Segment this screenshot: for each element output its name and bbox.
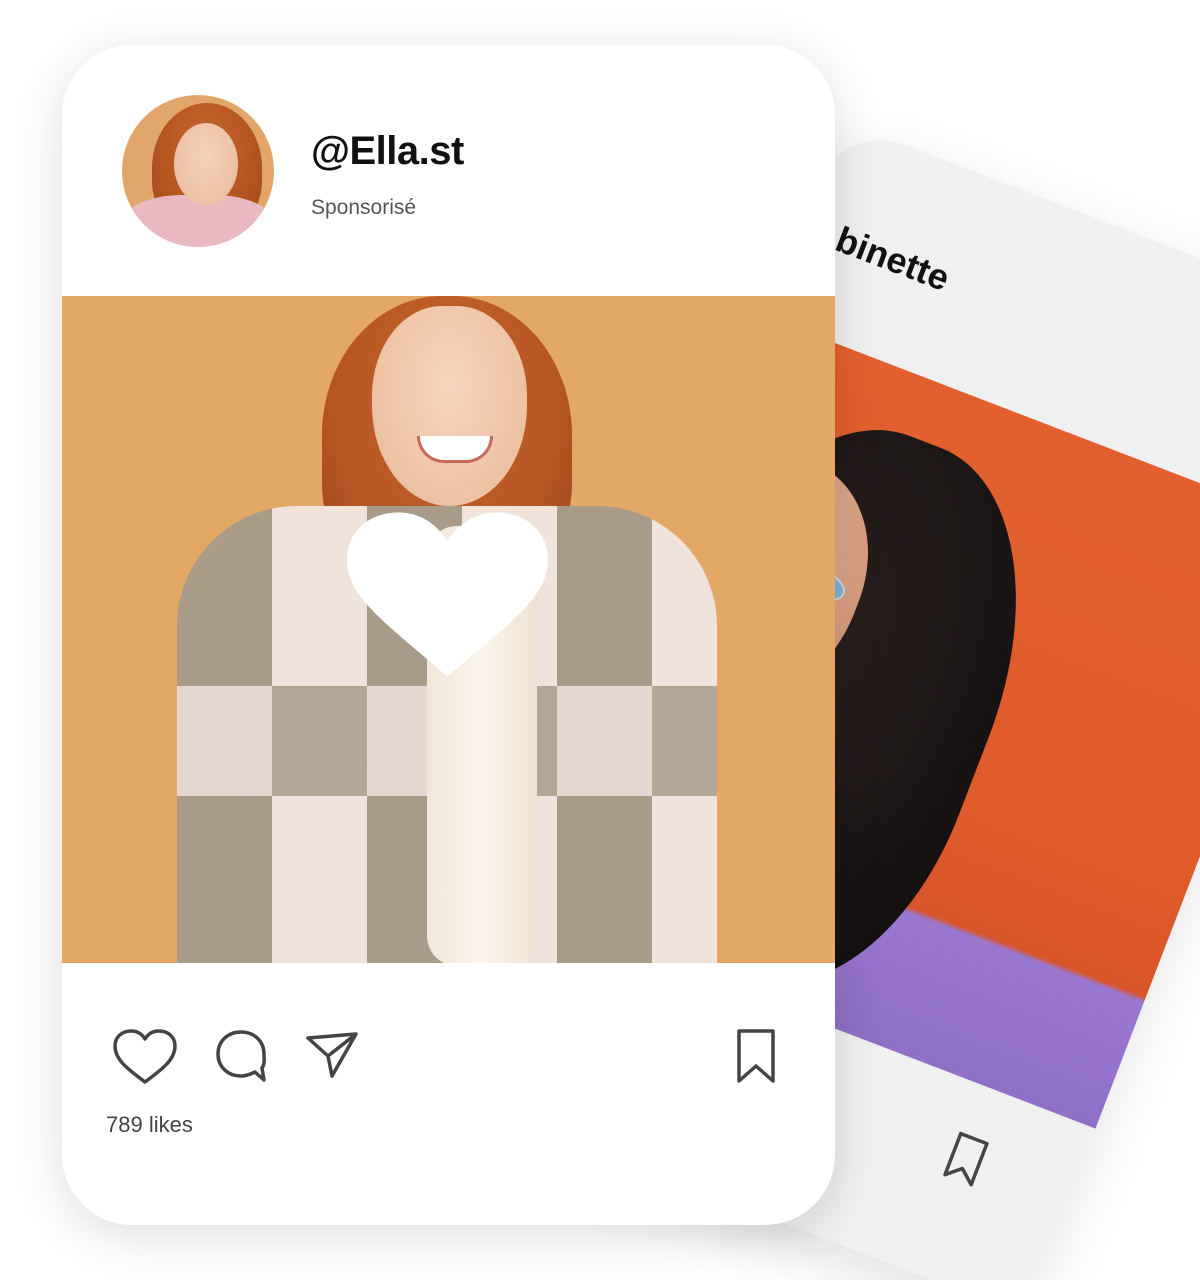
- bookmark-icon[interactable]: [734, 1028, 778, 1084]
- social-post-stack: binette @Ella.st Sponsorisé 789 likes: [0, 0, 1200, 1280]
- back-bookmark-icon[interactable]: [938, 1129, 993, 1190]
- post-handle[interactable]: @Ella.st: [311, 129, 464, 174]
- photo-face: [372, 306, 527, 506]
- comment-icon[interactable]: [214, 1028, 268, 1084]
- send-icon[interactable]: [304, 1030, 360, 1080]
- post-actions: [62, 1020, 835, 1090]
- double-tap-heart-icon: [347, 512, 548, 677]
- sponsored-label: Sponsorisé: [311, 196, 417, 219]
- back-post-handle[interactable]: binette: [830, 218, 955, 300]
- avatar-face: [174, 123, 238, 205]
- front-post-card: @Ella.st Sponsorisé 789 likes: [62, 45, 835, 1225]
- likes-count[interactable]: 789 likes: [106, 1112, 193, 1138]
- heart-icon[interactable]: [112, 1028, 178, 1086]
- avatar[interactable]: [122, 95, 274, 247]
